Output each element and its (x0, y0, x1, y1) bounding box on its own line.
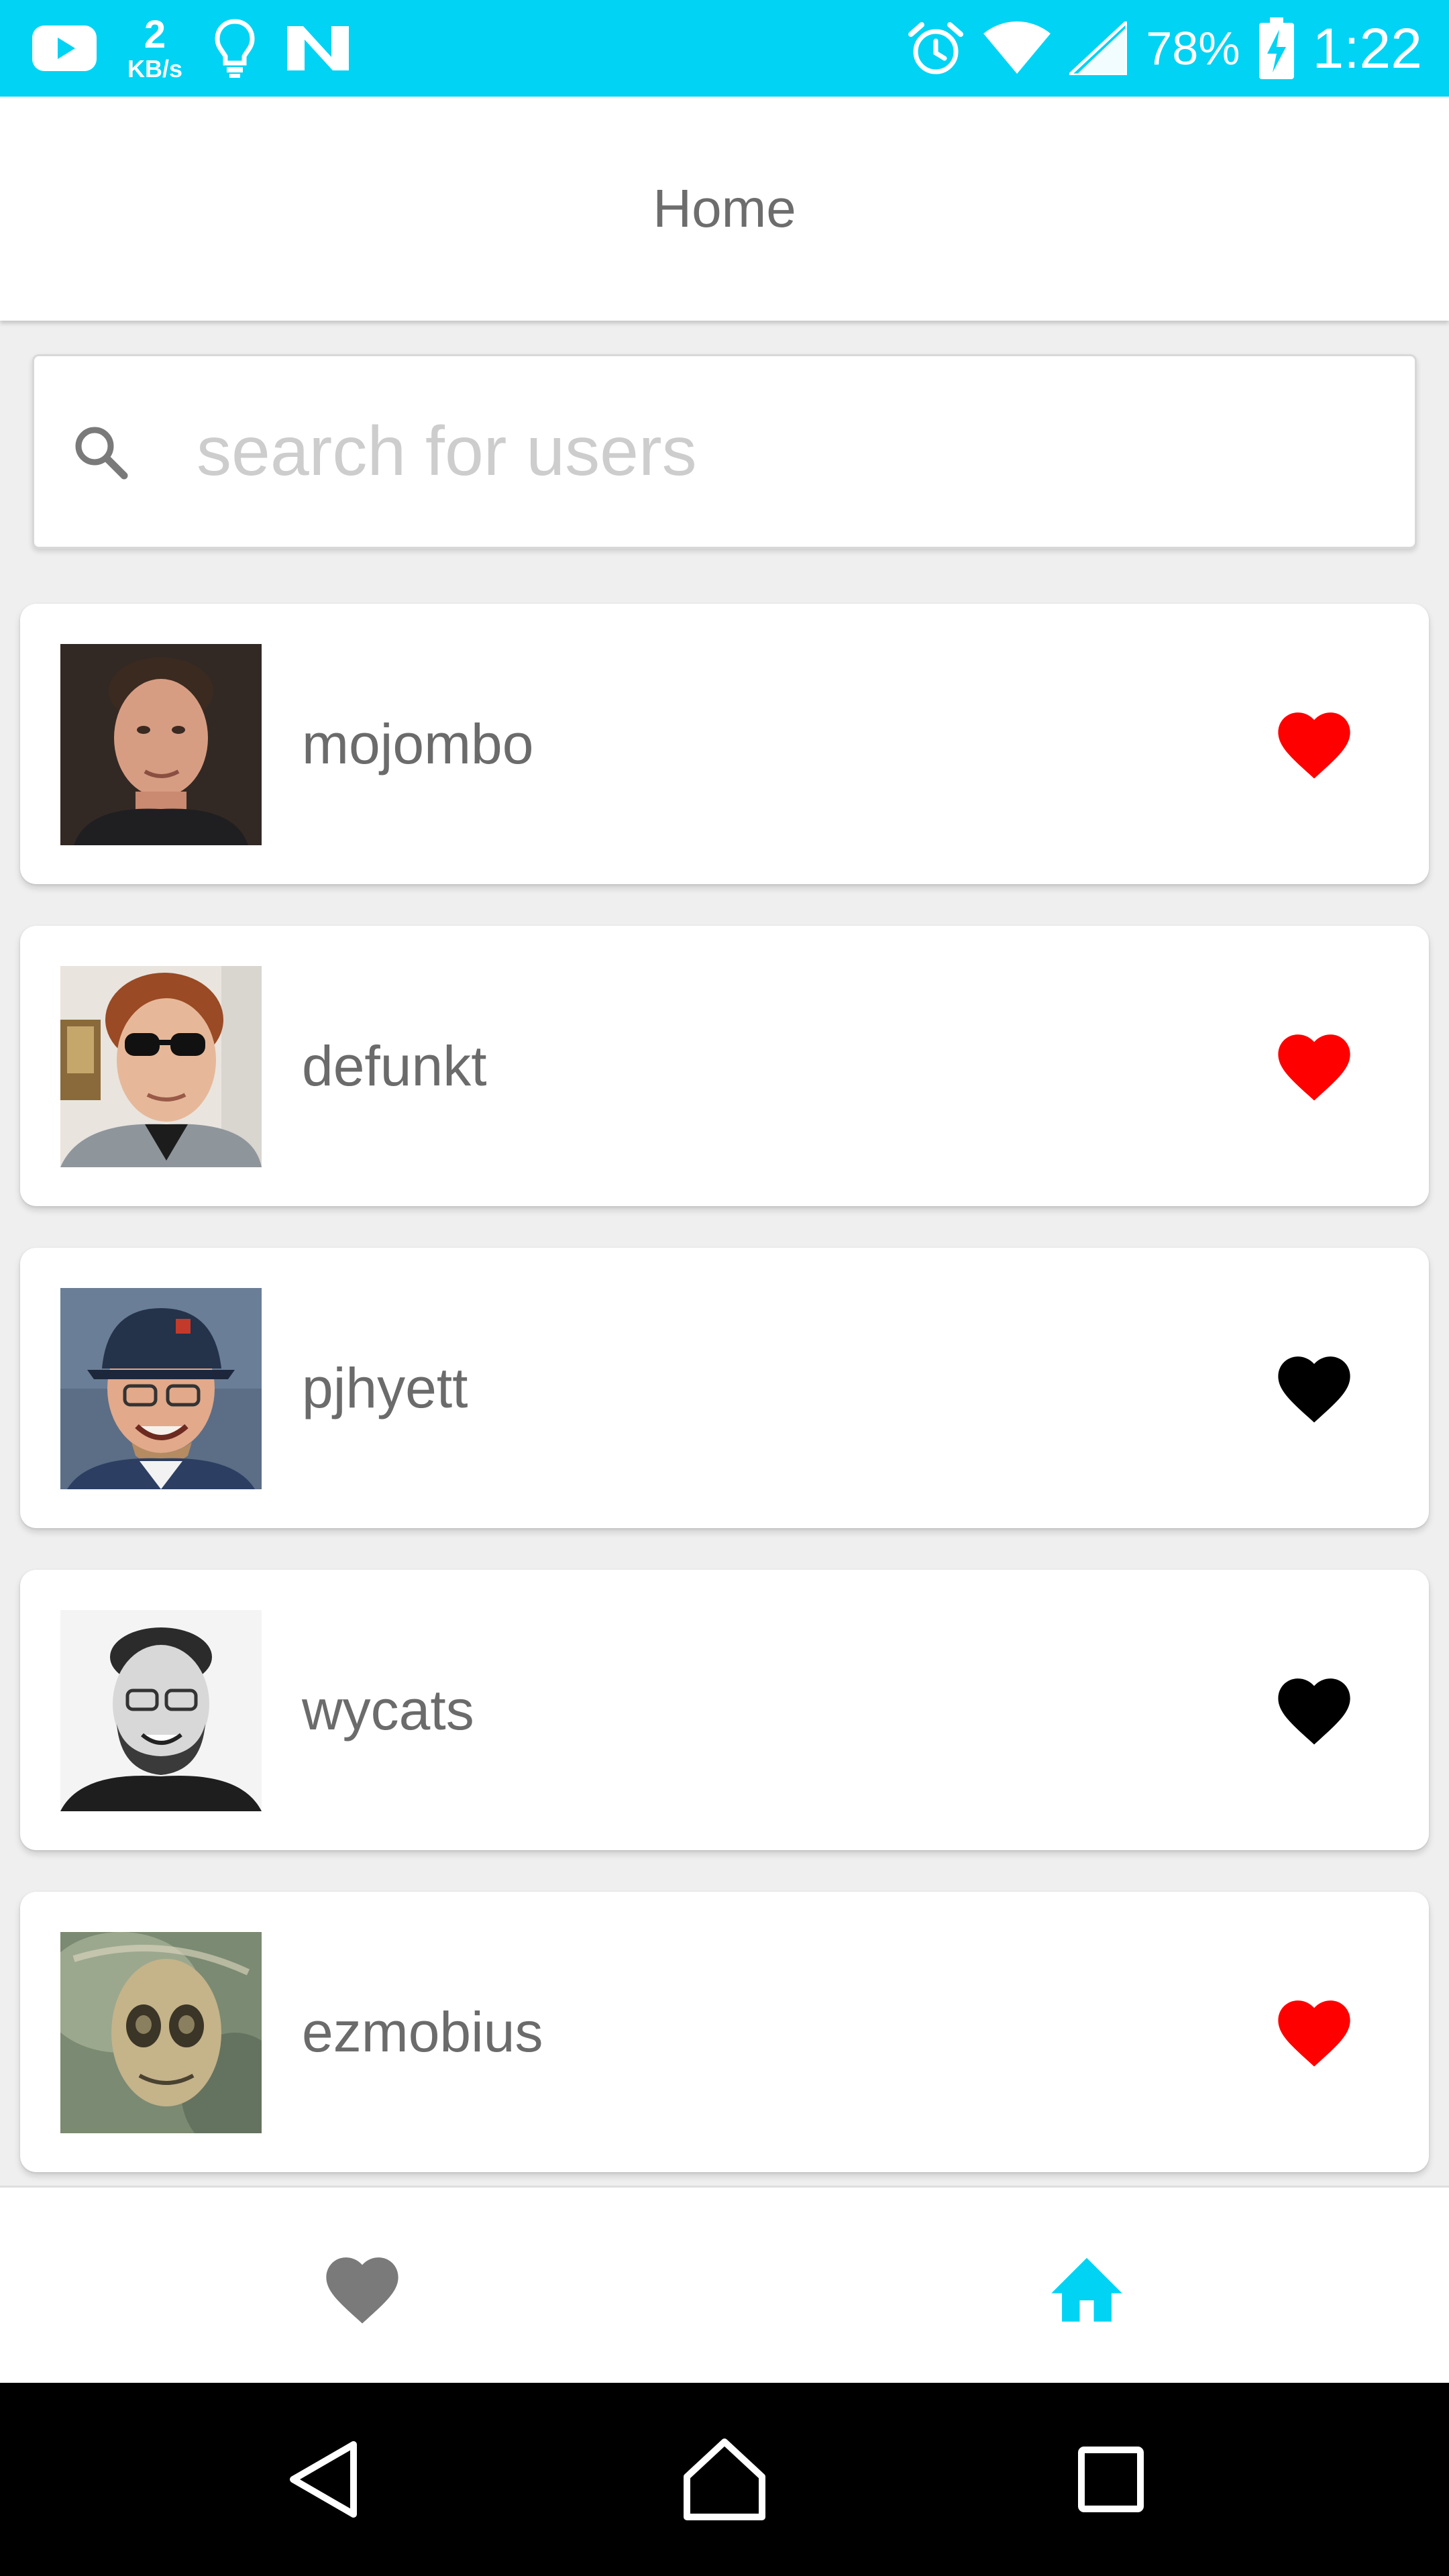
search-input[interactable] (195, 411, 1338, 492)
avatar (60, 1288, 262, 1489)
tab-favorites[interactable] (0, 2188, 724, 2385)
app-bar: Home (0, 97, 1449, 321)
heart-icon (326, 2257, 398, 2324)
network-speed-value: 2 (144, 13, 166, 56)
favorite-toggle[interactable] (1271, 1990, 1358, 2069)
favorite-toggle[interactable] (1271, 702, 1358, 781)
battery-percent: 78% (1146, 22, 1240, 74)
heart-icon (1278, 1356, 1350, 1423)
system-navigation-bar (0, 2383, 1449, 2576)
back-button[interactable] (256, 2383, 390, 2576)
system-home-button[interactable] (657, 2383, 792, 2576)
avatar (60, 966, 262, 1167)
favorite-toggle[interactable] (1271, 1024, 1358, 1103)
user-card[interactable]: defunkt (20, 926, 1429, 1206)
username: wycats (302, 1678, 474, 1741)
heart-icon (1278, 712, 1350, 779)
clock: 1:22 (1312, 16, 1423, 80)
user-card[interactable]: mojombo (20, 604, 1429, 884)
heart-icon (1278, 1678, 1350, 1745)
user-card[interactable]: pjhyett (20, 1248, 1429, 1528)
username: mojombo (302, 712, 534, 775)
back-icon (290, 2441, 357, 2518)
home-circle-icon (684, 2438, 765, 2520)
search-icon (69, 421, 131, 482)
tab-home[interactable] (724, 2188, 1449, 2385)
youtube-icon (32, 25, 97, 71)
page-title: Home (653, 178, 796, 238)
user-card[interactable]: ezmobius (20, 1892, 1429, 2172)
user-card[interactable]: wycats (20, 1570, 1429, 1850)
recents-button[interactable] (1044, 2383, 1178, 2576)
search-bar[interactable] (32, 354, 1417, 549)
favorite-toggle[interactable] (1271, 1668, 1358, 1747)
heart-icon (1278, 1034, 1350, 1101)
username: ezmobius (302, 2000, 543, 2063)
avatar (60, 1610, 262, 1811)
bottom-navigation (0, 2186, 1449, 2383)
username: defunkt (302, 1034, 487, 1097)
network-speed-unit: KB/s (127, 55, 183, 83)
status-bar: 2 KB/s 78% 1:22 (0, 0, 1449, 97)
home-icon (1051, 2257, 1122, 2322)
avatar (60, 1932, 262, 2133)
heart-icon (1278, 2000, 1350, 2067)
network-speed-indicator: 2 KB/s (127, 15, 182, 81)
cell-signal-icon (1069, 21, 1128, 75)
alarm-icon (907, 19, 965, 77)
avatar (60, 644, 262, 845)
username: pjhyett (302, 1356, 468, 1419)
recents-icon (1078, 2447, 1144, 2512)
battery-charging-icon (1258, 17, 1294, 79)
wifi-icon (983, 21, 1051, 75)
favorite-toggle[interactable] (1271, 1346, 1358, 1425)
n-app-icon (287, 26, 350, 70)
lightbulb-icon (213, 17, 256, 79)
